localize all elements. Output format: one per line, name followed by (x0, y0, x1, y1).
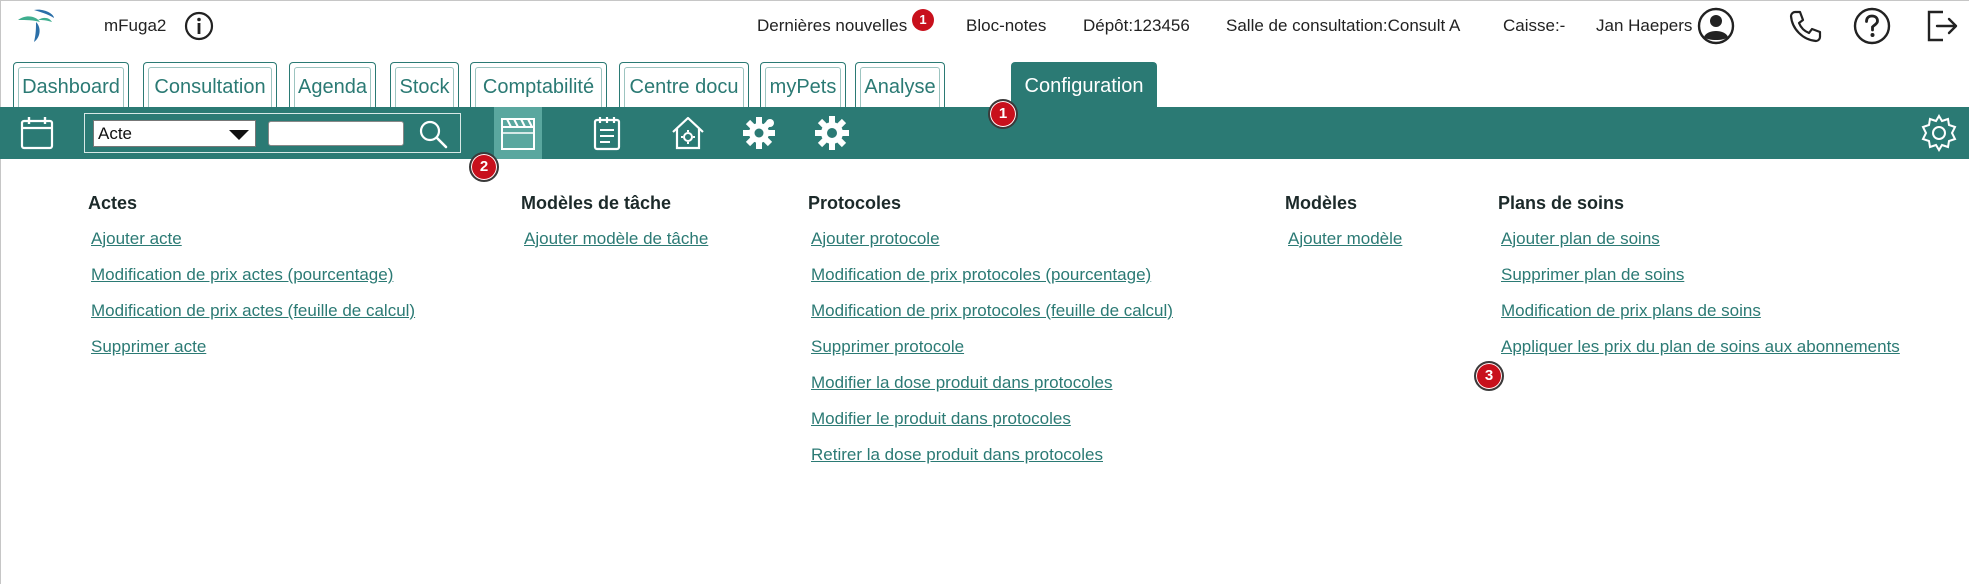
clapperboard-tool-active[interactable] (494, 107, 542, 159)
tab-label: Centre docu (624, 67, 744, 108)
tab-label: Stock (395, 67, 454, 108)
clapperboard-icon (501, 118, 535, 150)
search-input[interactable] (268, 121, 404, 146)
tab-label: Dashboard (18, 67, 124, 108)
column-title: Plans de soins (1498, 193, 1625, 213)
delete-protocol-link[interactable]: Supprimer protocole (808, 335, 1173, 371)
app-logo-icon (18, 9, 54, 42)
delete-care-plan-link[interactable]: Supprimer plan de soins (1498, 263, 1900, 299)
tab-configuration[interactable]: Configuration (1011, 62, 1157, 108)
tab-stock[interactable]: Stock (390, 62, 459, 108)
column-care-plans: Plans de soins Ajouter plan de soins Sup… (1498, 193, 1900, 371)
tab-analyse[interactable]: Analyse (855, 62, 945, 108)
column-title: Modèles de tâche (521, 193, 672, 213)
tab-mypets[interactable]: myPets (760, 62, 846, 108)
column-title: Modèles (1285, 193, 1358, 213)
user-name[interactable]: Jan Haepers (1596, 16, 1692, 36)
add-care-plan-link[interactable]: Ajouter plan de soins (1498, 227, 1900, 263)
delete-acte-link[interactable]: Supprimer acte (88, 335, 415, 371)
tab-label: Agenda (294, 67, 371, 108)
tab-dashboard[interactable]: Dashboard (13, 62, 129, 108)
acte-price-spreadsheet-link[interactable]: Modification de prix actes (feuille de c… (88, 299, 415, 335)
category-select-value: Acte (98, 124, 133, 143)
column-task-models: Modèles de tâche Ajouter modèle de tâche (521, 193, 708, 263)
edit-product-link[interactable]: Modifier le produit dans protocoles (808, 407, 1173, 443)
house-settings-icon[interactable] (668, 113, 708, 153)
depot-selector[interactable]: Dépôt:123456 (1083, 16, 1190, 36)
gear-icon[interactable] (812, 113, 852, 153)
tab-label: Analyse (860, 67, 940, 108)
category-select[interactable]: Acte (93, 120, 256, 147)
add-acte-link[interactable]: Ajouter acte (88, 227, 415, 263)
step-marker-2: 2 (469, 152, 499, 182)
tab-label: myPets (765, 67, 841, 108)
apply-care-plan-prices-link[interactable]: Appliquer les prix du plan de soins aux … (1498, 335, 1900, 371)
edit-product-dose-link[interactable]: Modifier la dose produit dans protocoles (808, 371, 1173, 407)
chevron-down-icon (229, 130, 249, 140)
add-model-link[interactable]: Ajouter modèle (1285, 227, 1402, 263)
calendar-icon[interactable] (17, 113, 57, 153)
column-title: Protocoles (808, 193, 902, 213)
notepad-icon[interactable] (587, 113, 627, 153)
tab-label: Configuration (1024, 75, 1144, 97)
column-protocols: Protocoles Ajouter protocole Modificatio… (808, 193, 1173, 479)
search-icon[interactable] (417, 118, 449, 150)
tab-agenda[interactable]: Agenda (289, 62, 376, 108)
protocol-price-percent-link[interactable]: Modification de prix protocoles (pourcen… (808, 263, 1173, 299)
settings-icon[interactable] (1919, 113, 1959, 153)
user-avatar-icon[interactable] (1696, 6, 1736, 46)
news-link[interactable]: Dernières nouvelles (757, 16, 907, 36)
column-models: Modèles Ajouter modèle (1285, 193, 1402, 263)
news-count-badge: 1 (912, 9, 934, 31)
tab-centre-docu[interactable]: Centre docu (619, 62, 749, 108)
add-task-model-link[interactable]: Ajouter modèle de tâche (521, 227, 708, 263)
protocol-price-spreadsheet-link[interactable]: Modification de prix protocoles (feuille… (808, 299, 1173, 335)
consult-room-selector[interactable]: Salle de consultation:Consult A (1226, 16, 1460, 36)
config-toolbar: Acte (0, 107, 1969, 159)
tab-comptabilite[interactable]: Comptabilité (470, 62, 607, 108)
tab-label: Consultation (148, 67, 272, 108)
top-bar: mFuga2 Dernières nouvelles 1 Bloc-notes … (0, 0, 1969, 54)
help-icon[interactable] (1852, 6, 1892, 46)
search-group: Acte (84, 113, 461, 153)
column-title: Actes (88, 193, 138, 213)
info-icon[interactable] (183, 10, 215, 42)
acte-price-percent-link[interactable]: Modification de prix actes (pourcentage) (88, 263, 415, 299)
tab-consultation[interactable]: Consultation (143, 62, 277, 108)
notepad-link[interactable]: Bloc-notes (966, 16, 1046, 36)
main-tabs: Dashboard Consultation Agenda Stock Comp… (0, 62, 1969, 108)
tab-label: Comptabilité (475, 67, 602, 108)
add-protocol-link[interactable]: Ajouter protocole (808, 227, 1173, 263)
app-name: mFuga2 (104, 16, 167, 35)
column-actes: Actes Ajouter acte Modification de prix … (88, 193, 415, 371)
step-marker-1: 1 (988, 99, 1018, 129)
phone-icon[interactable] (1785, 6, 1825, 46)
gears-icon[interactable] (739, 113, 779, 153)
logout-icon[interactable] (1921, 6, 1961, 46)
cash-register-selector[interactable]: Caisse:- (1503, 16, 1565, 36)
remove-product-dose-link[interactable]: Retirer la dose produit dans protocoles (808, 443, 1173, 479)
care-plan-price-link[interactable]: Modification de prix plans de soins (1498, 299, 1900, 335)
